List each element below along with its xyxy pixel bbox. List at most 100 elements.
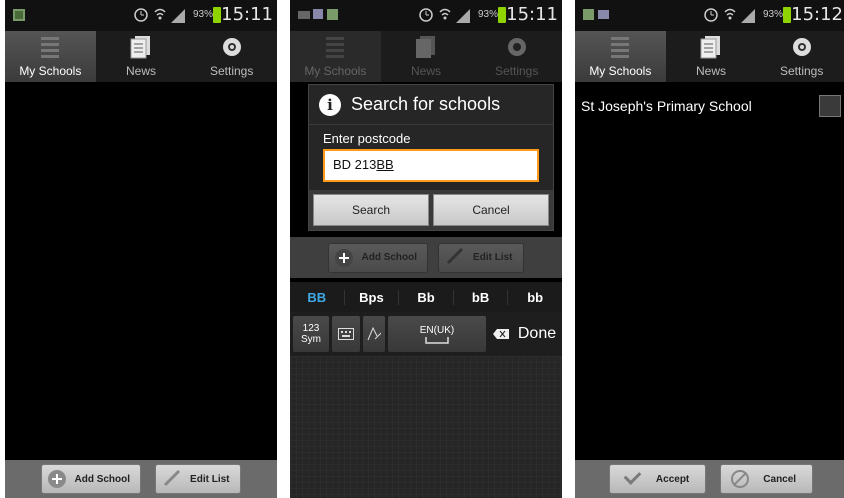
tab-my-schools[interactable]: My Schools — [5, 31, 96, 82]
space-key[interactable]: EN(UK) — [388, 316, 486, 352]
accept-label: Accept — [655, 473, 690, 485]
keyboard-settings-key[interactable] — [332, 316, 360, 352]
tab-news[interactable]: News — [666, 31, 757, 82]
gallery-notification-icon — [13, 8, 25, 26]
signal-icon — [171, 7, 185, 28]
tab-label: News — [696, 64, 727, 78]
keyboard-suggestion-bar: BB Bps Bb bB bb — [290, 282, 562, 312]
tab-settings[interactable]: Settings — [471, 31, 562, 82]
bottom-action-bar: Add School Edit List — [5, 460, 277, 498]
tab-my-schools[interactable]: My Schools — [290, 31, 381, 82]
tab-bar: My Schools News Settings — [575, 31, 844, 82]
battery-icon — [213, 7, 221, 23]
postcode-input[interactable]: BD 213BB — [323, 149, 539, 182]
status-bar: 93% 15:11 — [5, 0, 277, 31]
edit-list-button[interactable]: Edit List — [438, 242, 524, 273]
dialog-buttons: Search Cancel — [309, 190, 553, 230]
space-key-label: EN(UK) — [419, 324, 455, 336]
wifi-icon — [153, 6, 167, 27]
tab-label: News — [411, 64, 442, 78]
tab-my-schools[interactable]: My Schools — [575, 31, 666, 82]
suggestion-item[interactable]: Bps — [345, 289, 400, 305]
clock: 15:12 — [791, 4, 843, 25]
signal-icon — [456, 7, 470, 28]
add-school-label: Add School — [74, 473, 131, 485]
bottom-action-bar: Add School Edit List — [290, 237, 562, 278]
wifi-icon — [438, 6, 452, 27]
newspaper-icon — [130, 35, 152, 62]
list-icon — [39, 35, 61, 62]
newspaper-icon — [415, 35, 437, 62]
status-bar: 93% 15:11 — [290, 0, 562, 31]
cancel-button[interactable]: Cancel — [433, 194, 549, 226]
handwriting-icon — [367, 327, 381, 341]
school-name: St Joseph's Primary School — [581, 98, 752, 114]
newspaper-icon — [700, 35, 722, 62]
add-school-label: Add School — [361, 252, 418, 263]
battery-icon — [783, 7, 791, 23]
tab-label: My Schools — [304, 64, 367, 78]
clock: 15:11 — [506, 4, 558, 25]
postcode-label: Enter postcode — [323, 131, 411, 146]
add-school-button[interactable]: Add School — [41, 464, 142, 494]
tab-settings[interactable]: Settings — [186, 31, 277, 82]
edit-list-label: Edit List — [473, 252, 513, 263]
screen-my-schools-empty: 93% 15:11 My Schools News Settings Add S… — [5, 0, 277, 498]
list-icon — [609, 35, 631, 62]
settings-icon — [221, 35, 243, 62]
search-dialog: i Search for schools Enter postcode BD 2… — [308, 84, 554, 231]
add-school-button[interactable]: Add School — [328, 242, 429, 273]
suggestion-item[interactable]: bB — [454, 289, 509, 305]
handwriting-key[interactable] — [363, 316, 385, 352]
tab-news[interactable]: News — [381, 31, 472, 82]
tab-bar: My Schools News Settings — [290, 31, 562, 82]
suggestion-item[interactable]: Bb — [399, 289, 454, 305]
keyboard-notification-icon — [298, 8, 338, 26]
sym-key-bottom: Sym — [301, 334, 321, 345]
search-button[interactable]: Search — [313, 194, 429, 226]
tab-label: News — [126, 64, 157, 78]
cancel-button[interactable]: Cancel — [720, 464, 814, 494]
tab-label: Settings — [210, 64, 254, 78]
signal-icon — [741, 7, 755, 28]
suggestion-item[interactable]: bb — [508, 290, 562, 305]
alarm-icon — [133, 5, 149, 28]
tab-bar: My Schools News Settings — [5, 31, 277, 82]
backspace-icon — [493, 329, 509, 339]
pencil-icon — [445, 247, 465, 268]
status-bar: 93% 15:12 — [575, 0, 844, 31]
tab-label: My Schools — [19, 64, 82, 78]
keyboard-row: 123 Sym EN(UK) Done — [290, 312, 562, 356]
dialog-title: Search for schools — [351, 94, 501, 114]
battery-percent: 93% — [762, 9, 783, 20]
battery-percent: 93% — [477, 9, 498, 20]
keyboard-icon — [338, 328, 354, 340]
add-icon — [48, 470, 67, 488]
tab-news[interactable]: News — [96, 31, 187, 82]
suggestion-item[interactable]: BB — [290, 289, 345, 305]
postcode-composing-text: BB — [376, 157, 394, 172]
battery-icon — [498, 7, 506, 23]
settings-icon — [506, 35, 528, 62]
sym-key[interactable]: 123 Sym — [293, 316, 329, 352]
info-icon: i — [319, 93, 341, 116]
keyboard-panel — [290, 356, 562, 498]
sym-key-top: 123 — [302, 323, 320, 334]
edit-list-button[interactable]: Edit List — [155, 464, 241, 494]
checkmark-icon — [620, 473, 642, 485]
done-key[interactable]: Done — [516, 316, 558, 352]
settings-icon — [791, 35, 813, 62]
pencil-icon — [162, 469, 182, 490]
wifi-icon — [723, 6, 737, 27]
school-checkbox[interactable] — [819, 95, 841, 117]
tab-label: My Schools — [589, 64, 652, 78]
tab-settings[interactable]: Settings — [756, 31, 844, 82]
battery-percent: 93% — [192, 9, 213, 20]
backspace-key[interactable] — [489, 316, 513, 352]
accept-button[interactable]: Accept — [608, 464, 707, 494]
bottom-action-bar: Accept Cancel — [575, 460, 844, 498]
cancel-icon — [731, 470, 750, 488]
list-item[interactable]: St Joseph's Primary School — [575, 88, 844, 126]
alarm-icon — [703, 5, 719, 28]
edit-list-label: Edit List — [190, 473, 230, 485]
